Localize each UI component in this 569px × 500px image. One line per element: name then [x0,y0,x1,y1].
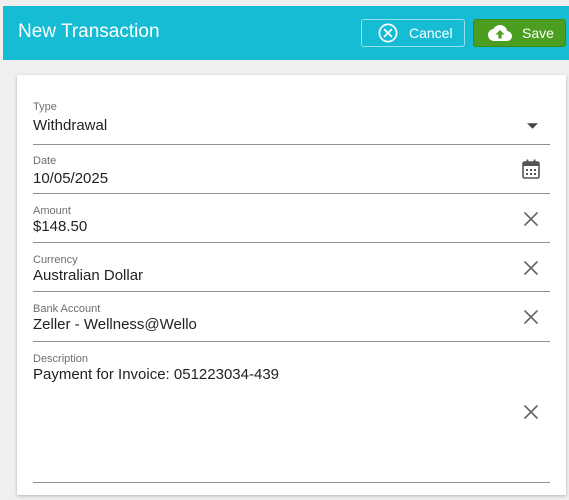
bank-account-label: Bank Account [33,303,101,315]
cancel-button[interactable]: Cancel [361,19,465,47]
save-button-label: Save [522,25,554,41]
description-value: Payment for Invoice: 051223034-439 [33,366,279,383]
bank-account-value: Zeller - Wellness@Wello [33,316,197,333]
bank-account-field[interactable]: Bank Account Zeller - Wellness@Wello [33,292,550,342]
transaction-form: Type Withdrawal Date 10/05/2025 Amount $… [17,75,566,495]
type-label: Type [33,101,57,113]
amount-value: $148.50 [33,218,88,235]
amount-label: Amount [33,205,71,217]
cloud-upload-icon [488,25,512,41]
currency-value: Australian Dollar [33,267,144,284]
save-button[interactable]: Save [473,19,566,47]
date-value: 10/05/2025 [33,170,109,187]
app-header: New Transaction Cancel Save [3,6,569,60]
clear-icon[interactable] [524,212,538,226]
currency-field[interactable]: Currency Australian Dollar [33,243,550,292]
cancel-button-label: Cancel [409,25,453,41]
page-title: New Transaction [18,21,160,42]
type-select[interactable]: Type Withdrawal [33,95,550,145]
dropdown-arrow-icon[interactable] [527,123,538,129]
type-value: Withdrawal [33,117,108,134]
date-field[interactable]: Date 10/05/2025 [33,145,550,194]
description-label: Description [33,353,89,365]
calendar-icon[interactable] [522,159,540,179]
clear-icon[interactable] [524,261,538,275]
currency-label: Currency [33,254,78,266]
description-textarea[interactable]: Description Payment for Invoice: 0512230… [33,342,550,483]
date-label: Date [33,155,57,167]
clear-icon[interactable] [524,310,538,324]
cancel-circle-icon [378,23,398,43]
amount-field[interactable]: Amount $148.50 [33,194,550,243]
clear-icon[interactable] [524,405,538,419]
